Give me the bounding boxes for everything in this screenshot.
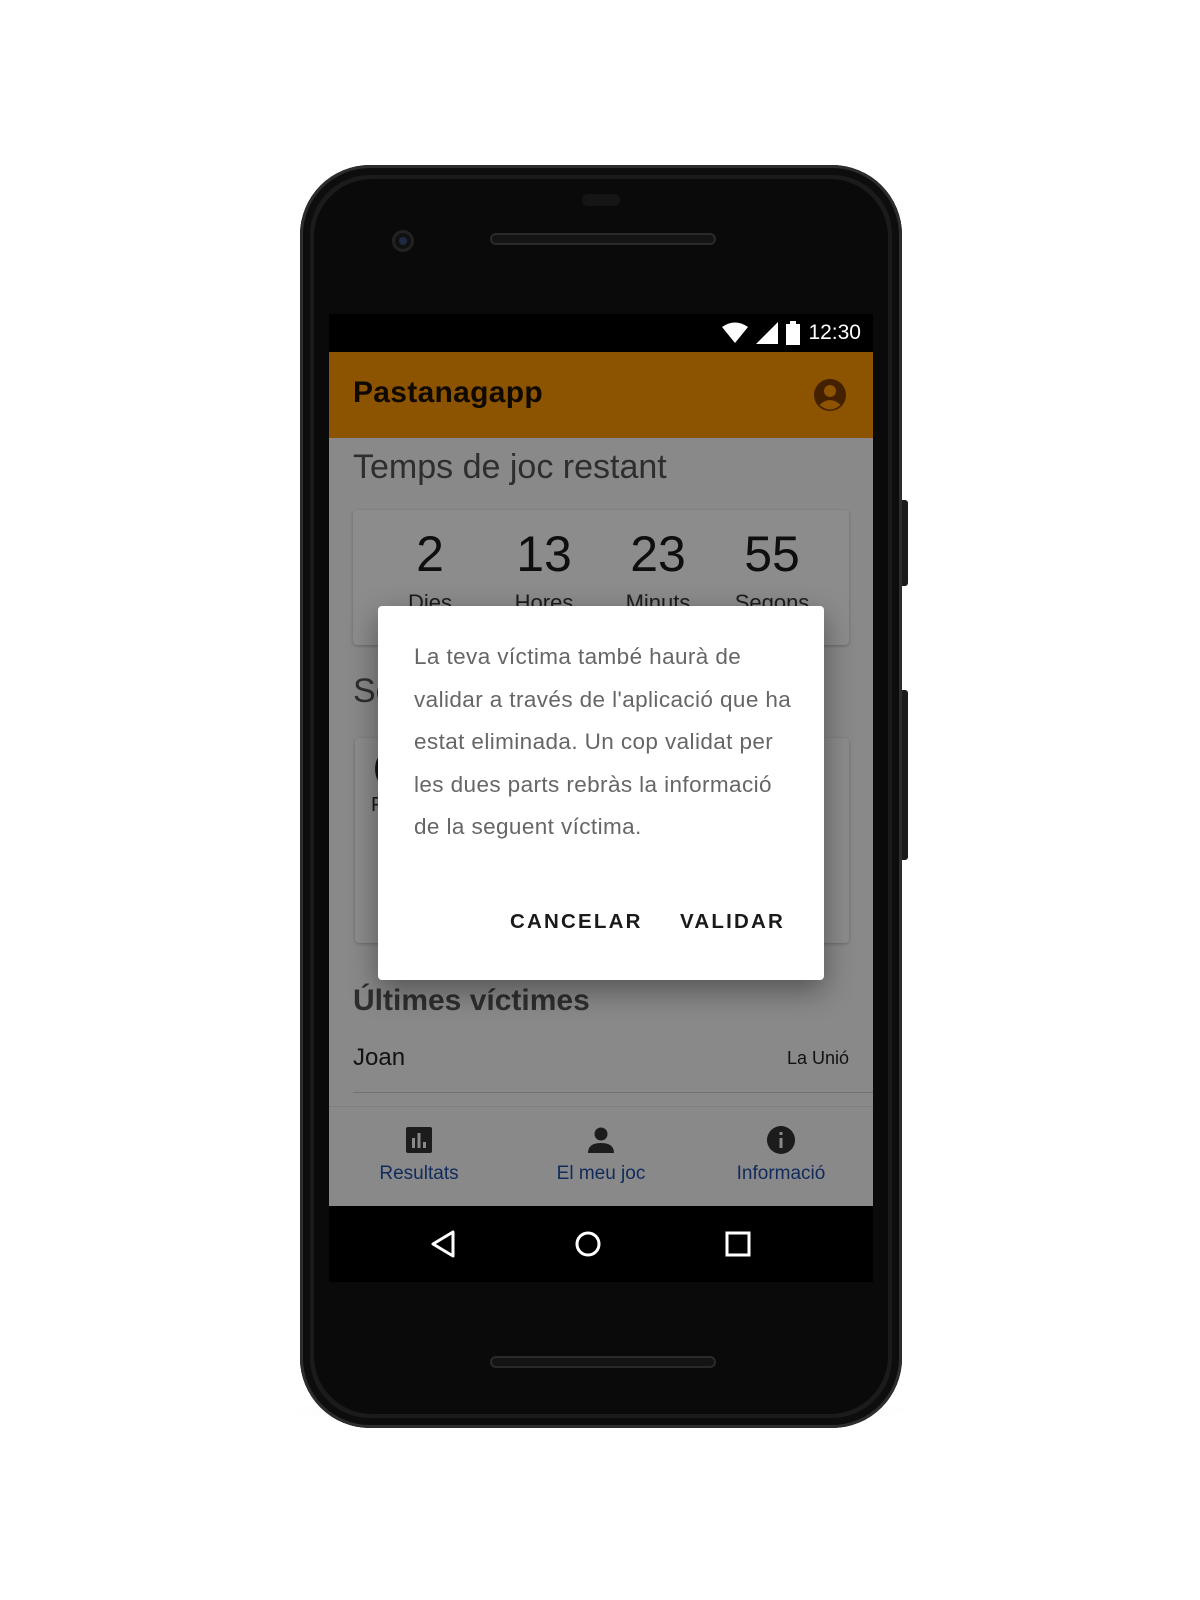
status-time: 12:30 [808,321,861,344]
battery-icon [786,321,801,345]
top-speaker [490,233,716,245]
phone-screen: 12:30 Pastanagapp Temps de joc restant 2… [329,314,873,1282]
back-triangle-icon[interactable] [425,1226,461,1262]
status-icons: 12:30 [722,320,861,346]
home-circle-icon[interactable] [570,1226,606,1262]
front-camera [392,230,414,252]
validation-dialog: La teva víctima també haurà de validar a… [378,606,824,980]
system-navigation-bar [329,1206,873,1282]
dialog-message: La teva víctima també haurà de validar a… [414,644,792,839]
volume-button [902,690,908,860]
wifi-icon [722,322,749,343]
proximity-sensor [582,194,620,206]
power-button [902,500,908,586]
signal-icon [756,322,779,344]
bottom-speaker [490,1356,716,1368]
status-bar: 12:30 [329,314,873,352]
cancel-button[interactable]: CANCELAR [510,910,643,934]
recents-square-icon[interactable] [720,1226,756,1262]
validate-button[interactable]: VALIDAR [680,910,785,934]
